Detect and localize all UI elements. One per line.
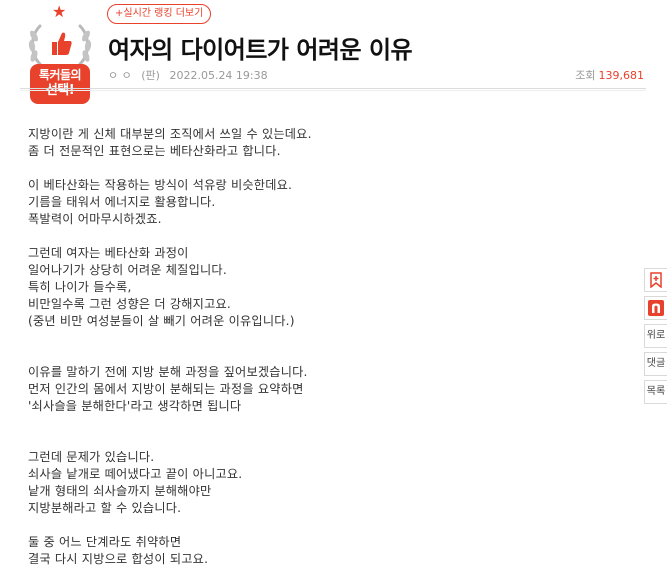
post-body: 지방이란 게 신체 대부분의 조직에서 쓰일 수 있는데요. 좀 더 전문적인 표… — [28, 126, 628, 568]
body-line: 좀 더 전문적인 표현으로는 베타산화라고 합니다. — [28, 144, 281, 158]
post-board-tag: (판) — [141, 69, 160, 82]
body-line: 지방분해라고 할 수 있습니다. — [28, 501, 182, 515]
list-button[interactable]: 목록 — [644, 380, 667, 404]
body-line: 일어나기가 상당히 어려운 체질입니다. — [28, 263, 227, 277]
body-line: 이유를 말하기 전에 지방 분해 과정을 짚어보겠습니다. — [28, 365, 308, 379]
post-author[interactable]: ㅇ ㅇ — [108, 69, 132, 82]
body-line: 결국 다시 지방으로 합성이 되고요. — [28, 552, 209, 566]
body-line: 그런데 여자는 베타산화 과정이 — [28, 246, 189, 260]
realtime-ranking-link[interactable]: +실시간 랭킹 더보기 — [107, 4, 212, 24]
body-line — [28, 160, 628, 177]
body-line: 둘 중 어느 단계라도 취약하면 — [28, 535, 182, 549]
body-line: 그런데 문제가 있습니다. — [28, 450, 155, 464]
bookmark-button[interactable] — [644, 268, 667, 292]
body-line: (중년 비만 여성분들이 살 빼기 어려운 이유입니다.) — [28, 314, 295, 328]
body-line: 낱개 형태의 쇠사슬까지 분해해야만 — [28, 484, 212, 498]
post-date: 2022.05.24 19:38 — [169, 69, 268, 82]
body-line: 쇠사슬 낱개로 떼어냈다고 끝이 아니고요. — [28, 467, 243, 481]
header-divider — [20, 88, 646, 89]
comment-button[interactable]: 댓글 — [644, 352, 667, 376]
body-line — [28, 517, 628, 534]
view-count-value: 139,681 — [598, 69, 645, 82]
body-line: 폭발력이 어마무시하겠죠. — [28, 212, 162, 226]
post-title: 여자의 다이어트가 어려운 이유 — [108, 36, 413, 64]
body-line — [28, 415, 628, 432]
scroll-top-button[interactable]: 위로 — [644, 324, 667, 348]
bookmark-plus-icon — [650, 272, 662, 288]
nate-share-button[interactable] — [644, 296, 667, 320]
body-line: 이 베타산화는 작용하는 방식이 석유랑 비슷한데요. — [28, 178, 293, 192]
view-count: 조회 139,681 — [575, 67, 644, 83]
thumbs-up-icon — [52, 32, 72, 55]
body-line: 비만일수록 그런 성향은 더 강해지고요. — [28, 297, 231, 311]
nate-logo-icon — [648, 300, 664, 316]
post-meta: ㅇ ㅇ (판) 2022.05.24 19:38 — [108, 67, 274, 83]
body-line: 기름을 태워서 에너지로 활용합니다. — [28, 195, 216, 209]
body-line: 지방이란 게 신체 대부분의 조직에서 쓰일 수 있는데요. — [28, 127, 312, 141]
badge-label: 톡커들의 선택! — [30, 64, 90, 104]
side-floating-menu: 위로 댓글 목록 — [644, 268, 668, 408]
body-line — [28, 432, 628, 449]
view-count-label: 조회 — [575, 69, 596, 82]
body-line — [28, 330, 628, 347]
body-line: 먼저 인간의 몸에서 지방이 분해되는 과정을 요약하면 — [28, 382, 304, 396]
body-line: '쇠사슬을 분해한다'라고 생각하면 됩니다 — [28, 399, 242, 413]
header-divider-secondary — [20, 90, 646, 91]
body-line: 특히 나이가 들수록, — [28, 280, 132, 294]
body-line — [28, 228, 628, 245]
badge-line-1: 톡커들의 — [38, 68, 82, 82]
body-line — [28, 347, 628, 364]
